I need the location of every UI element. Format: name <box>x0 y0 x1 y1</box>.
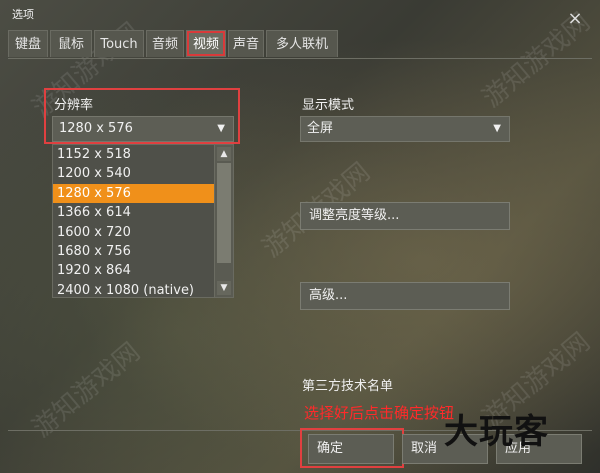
tab-divider <box>8 58 592 59</box>
tab-video[interactable]: 视频 <box>186 30 226 57</box>
annotation-hint: 选择好后点击确定按钮 <box>304 404 455 422</box>
scroll-down-icon[interactable]: ▼ <box>217 281 231 295</box>
title-bar: 选项 × <box>0 0 600 28</box>
watermark: 游知游戏网 <box>27 337 147 444</box>
close-icon[interactable]: × <box>566 10 584 28</box>
tab-mouse[interactable]: 鼠标 <box>50 30 92 57</box>
resolution-list: 1152 x 518 1200 x 540 1280 x 576 1366 x … <box>52 144 234 298</box>
list-item[interactable]: 2400 x 1080 (native) <box>53 281 217 297</box>
display-mode-dropdown[interactable]: 全屏 ▼ <box>300 116 510 142</box>
third-party-label[interactable]: 第三方技术名单 <box>302 375 393 394</box>
resolution-dropdown[interactable]: 1280 x 576 ▼ <box>52 116 234 142</box>
ok-button[interactable]: 确定 <box>308 434 394 464</box>
brightness-button[interactable]: 调整亮度等级... <box>300 202 510 230</box>
chevron-down-icon: ▼ <box>217 123 225 134</box>
list-item-selected[interactable]: 1280 x 576 <box>53 183 217 204</box>
display-mode-selected-value: 全屏 <box>307 121 334 136</box>
options-dialog: 游知游戏网 游知游戏网 游知游戏网 游知游戏网 游知游戏网 选项 × 键盘 鼠标… <box>0 0 600 473</box>
list-item[interactable]: 1152 x 518 <box>53 145 217 164</box>
tab-multiplayer[interactable]: 多人联机 <box>266 30 338 57</box>
tab-keyboard[interactable]: 键盘 <box>8 30 48 57</box>
display-mode-label: 显示模式 <box>302 98 355 113</box>
window-title: 选项 <box>12 8 34 21</box>
tab-audio[interactable]: 音频 <box>146 30 184 57</box>
tab-sound[interactable]: 声音 <box>228 30 264 57</box>
list-item[interactable]: 1600 x 720 <box>53 223 217 242</box>
list-item[interactable]: 1200 x 540 <box>53 164 217 183</box>
resolution-selected-value: 1280 x 576 <box>59 121 133 136</box>
resolution-label: 分辨率 <box>54 98 94 113</box>
list-item[interactable]: 1366 x 614 <box>53 203 217 222</box>
list-item[interactable]: 1680 x 756 <box>53 242 217 261</box>
brand-logo-text: 大玩客 <box>444 412 549 452</box>
advanced-button[interactable]: 高级... <box>300 282 510 310</box>
tab-touch[interactable]: Touch <box>94 30 144 57</box>
chevron-down-icon: ▼ <box>493 123 501 134</box>
list-item[interactable]: 1920 x 864 <box>53 261 217 280</box>
list-scrollbar[interactable]: ▲ ▼ <box>214 145 233 297</box>
scroll-thumb[interactable] <box>217 163 231 263</box>
scroll-up-icon[interactable]: ▲ <box>217 147 231 161</box>
